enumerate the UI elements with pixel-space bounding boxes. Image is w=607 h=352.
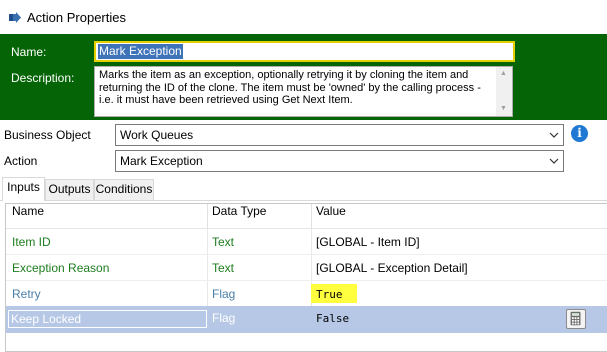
row-divider bbox=[6, 254, 607, 255]
tabs-baseline bbox=[0, 200, 607, 201]
row-item-id-type: Text bbox=[212, 235, 235, 249]
name-field[interactable]: Mark Exception bbox=[94, 41, 515, 62]
description-value: Marks the item as an exception, optional… bbox=[99, 69, 481, 106]
description-field[interactable]: Marks the item as an exception, optional… bbox=[94, 66, 513, 117]
business-object-select[interactable]: Work Queues bbox=[115, 124, 564, 146]
row-retry-value[interactable]: True bbox=[316, 288, 343, 301]
row-exception-reason-value[interactable]: [GLOBAL - Exception Detail] bbox=[316, 261, 468, 275]
row-item-id-value[interactable]: [GLOBAL - Item ID] bbox=[316, 235, 420, 249]
row-keep-locked-name: Keep Locked bbox=[11, 312, 82, 326]
name-label: Name: bbox=[11, 45, 47, 59]
column-divider bbox=[207, 229, 208, 306]
info-icon[interactable]: i bbox=[571, 125, 588, 142]
column-header-name[interactable]: Name bbox=[12, 204, 44, 218]
chevron-down-icon bbox=[549, 158, 559, 164]
column-divider bbox=[207, 204, 208, 228]
row-retry-type: Flag bbox=[212, 287, 236, 301]
row-keep-locked-type: Flag bbox=[212, 311, 236, 325]
tab-outputs[interactable]: Outputs bbox=[45, 179, 94, 200]
scroll-up-icon[interactable]: ▲ bbox=[500, 70, 507, 78]
row-exception-reason-name: Exception Reason bbox=[12, 261, 110, 275]
business-object-value: Work Queues bbox=[120, 128, 194, 142]
column-header-value[interactable]: Value bbox=[316, 204, 346, 218]
action-label: Action bbox=[4, 154, 38, 168]
scroll-down-icon[interactable]: ▼ bbox=[500, 105, 507, 113]
row-keep-locked-name-editor[interactable]: Keep Locked bbox=[8, 310, 207, 328]
row-divider bbox=[6, 280, 607, 281]
header-divider bbox=[6, 228, 607, 229]
row-item-id-name: Item ID bbox=[12, 235, 51, 249]
title-bar: Action Properties bbox=[0, 0, 607, 34]
column-divider bbox=[311, 204, 312, 228]
description-scrollbar[interactable]: ▲ ▼ bbox=[496, 67, 512, 116]
action-value: Mark Exception bbox=[120, 154, 203, 168]
column-header-data-type[interactable]: Data Type bbox=[212, 204, 266, 218]
expression-editor-button[interactable] bbox=[566, 309, 586, 329]
window-title: Action Properties bbox=[27, 10, 126, 25]
tab-inputs[interactable]: Inputs bbox=[2, 177, 45, 201]
row-retry-name: Retry bbox=[12, 287, 41, 301]
row-keep-locked-value[interactable]: False bbox=[316, 312, 349, 325]
chevron-down-icon bbox=[549, 132, 559, 138]
description-label: Description: bbox=[11, 71, 75, 85]
action-select[interactable]: Mark Exception bbox=[115, 150, 564, 172]
tab-conditions[interactable]: Conditions bbox=[94, 179, 154, 200]
name-value: Mark Exception bbox=[98, 44, 183, 59]
process-icon bbox=[9, 12, 21, 23]
calculator-icon bbox=[570, 311, 581, 326]
row-exception-reason-type: Text bbox=[212, 261, 235, 275]
business-object-label: Business Object bbox=[4, 128, 91, 142]
